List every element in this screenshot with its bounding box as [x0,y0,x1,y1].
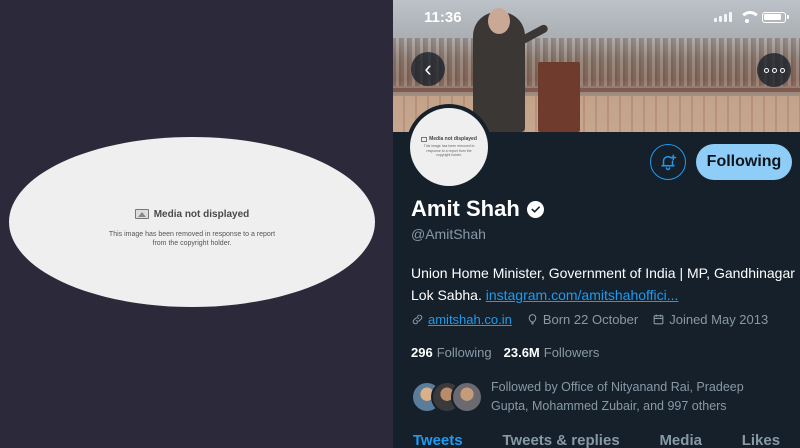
avatar-media-title: Media not displayed [421,136,477,142]
status-icons [714,11,789,23]
bio-link[interactable]: instagram.com/amitshahoffici... [486,287,679,303]
verified-badge-icon [526,200,544,218]
profile-tabs: Tweets Tweets & replies Media Likes [393,432,800,448]
following-button[interactable]: Following [696,144,792,180]
signal-icon [714,12,732,22]
profile-bio: Union Home Minister, Government of India… [411,262,796,306]
profile-name-row: Amit Shah [411,196,544,222]
banner-person-head [488,8,510,34]
follower-avatar [451,381,483,413]
website-link[interactable]: amitshah.co.in [428,312,512,327]
image-icon [134,209,149,219]
follow-counts: 296 Following 23.6M Followers [411,345,599,360]
media-removed-notice: This image has been removed in response … [108,231,276,247]
website-item: amitshah.co.in [411,312,512,327]
banner-crowd [393,38,800,86]
followers-label: Followers [543,345,600,360]
avatar-media-notice: This image has been removed in response … [423,144,475,158]
calendar-icon [653,314,664,325]
media-not-displayed-title: Media not displayed [134,208,250,220]
link-icon [412,314,423,325]
image-icon [421,136,428,142]
followed-by[interactable]: Followed by Office of Nityanand Rai, Pra… [411,378,781,416]
profile-name: Amit Shah [411,196,520,221]
banner-rail [393,88,800,92]
follower-avatars [411,381,483,413]
followers-count: 23.6M [503,345,540,360]
bell-plus-icon [661,154,677,171]
wifi-icon [739,11,761,23]
joined-item: Joined May 2013 [652,312,768,327]
birthday-text: Born 22 October [542,312,639,327]
joined-text: Joined May 2013 [669,312,769,327]
balloon-icon [528,314,537,325]
followers-count-link[interactable]: 23.6M Followers [504,345,600,360]
avatar[interactable]: Media not displayed This image has been … [406,104,492,190]
more-dot-icon [771,67,777,73]
avatar-media-not-displayed: Media not displayed This image has been … [410,108,488,186]
following-count-link[interactable]: 296 Following [411,345,492,360]
status-time: 11:36 [424,9,462,26]
followed-by-text: Followed by Office of Nityanand Rai, Pra… [491,380,744,413]
profile-screen: 11:36 ‹ Media not displayed This image h… [393,0,800,448]
more-dot-icon [763,67,769,73]
notifications-button[interactable] [650,144,686,180]
media-title-text: Media not displayed [153,208,250,220]
following-count: 296 [411,345,433,360]
more-options-button[interactable] [757,53,791,87]
birthday-item: Born 22 October [526,312,638,327]
tab-likes[interactable]: Likes [736,432,786,448]
banner-podium [538,62,580,132]
profile-handle: @AmitShah [411,226,486,242]
left-panel: Media not displayed This image has been … [0,0,393,448]
removed-media-card: Media not displayed This image has been … [9,137,375,307]
media-not-displayed: Media not displayed This image has been … [9,206,375,248]
more-dot-icon [779,67,785,73]
back-button[interactable]: ‹ [411,52,445,86]
tab-media[interactable]: Media [653,432,708,448]
avatar-media-title-text: Media not displayed [429,136,477,143]
profile-meta: amitshah.co.in Born 22 October Joined Ma… [411,312,768,327]
battery-icon [762,11,789,23]
tab-tweets-replies[interactable]: Tweets & replies [496,432,625,448]
tab-tweets[interactable]: Tweets [407,432,469,448]
following-label: Following [436,345,492,360]
chevron-left-icon: ‹ [424,56,432,81]
